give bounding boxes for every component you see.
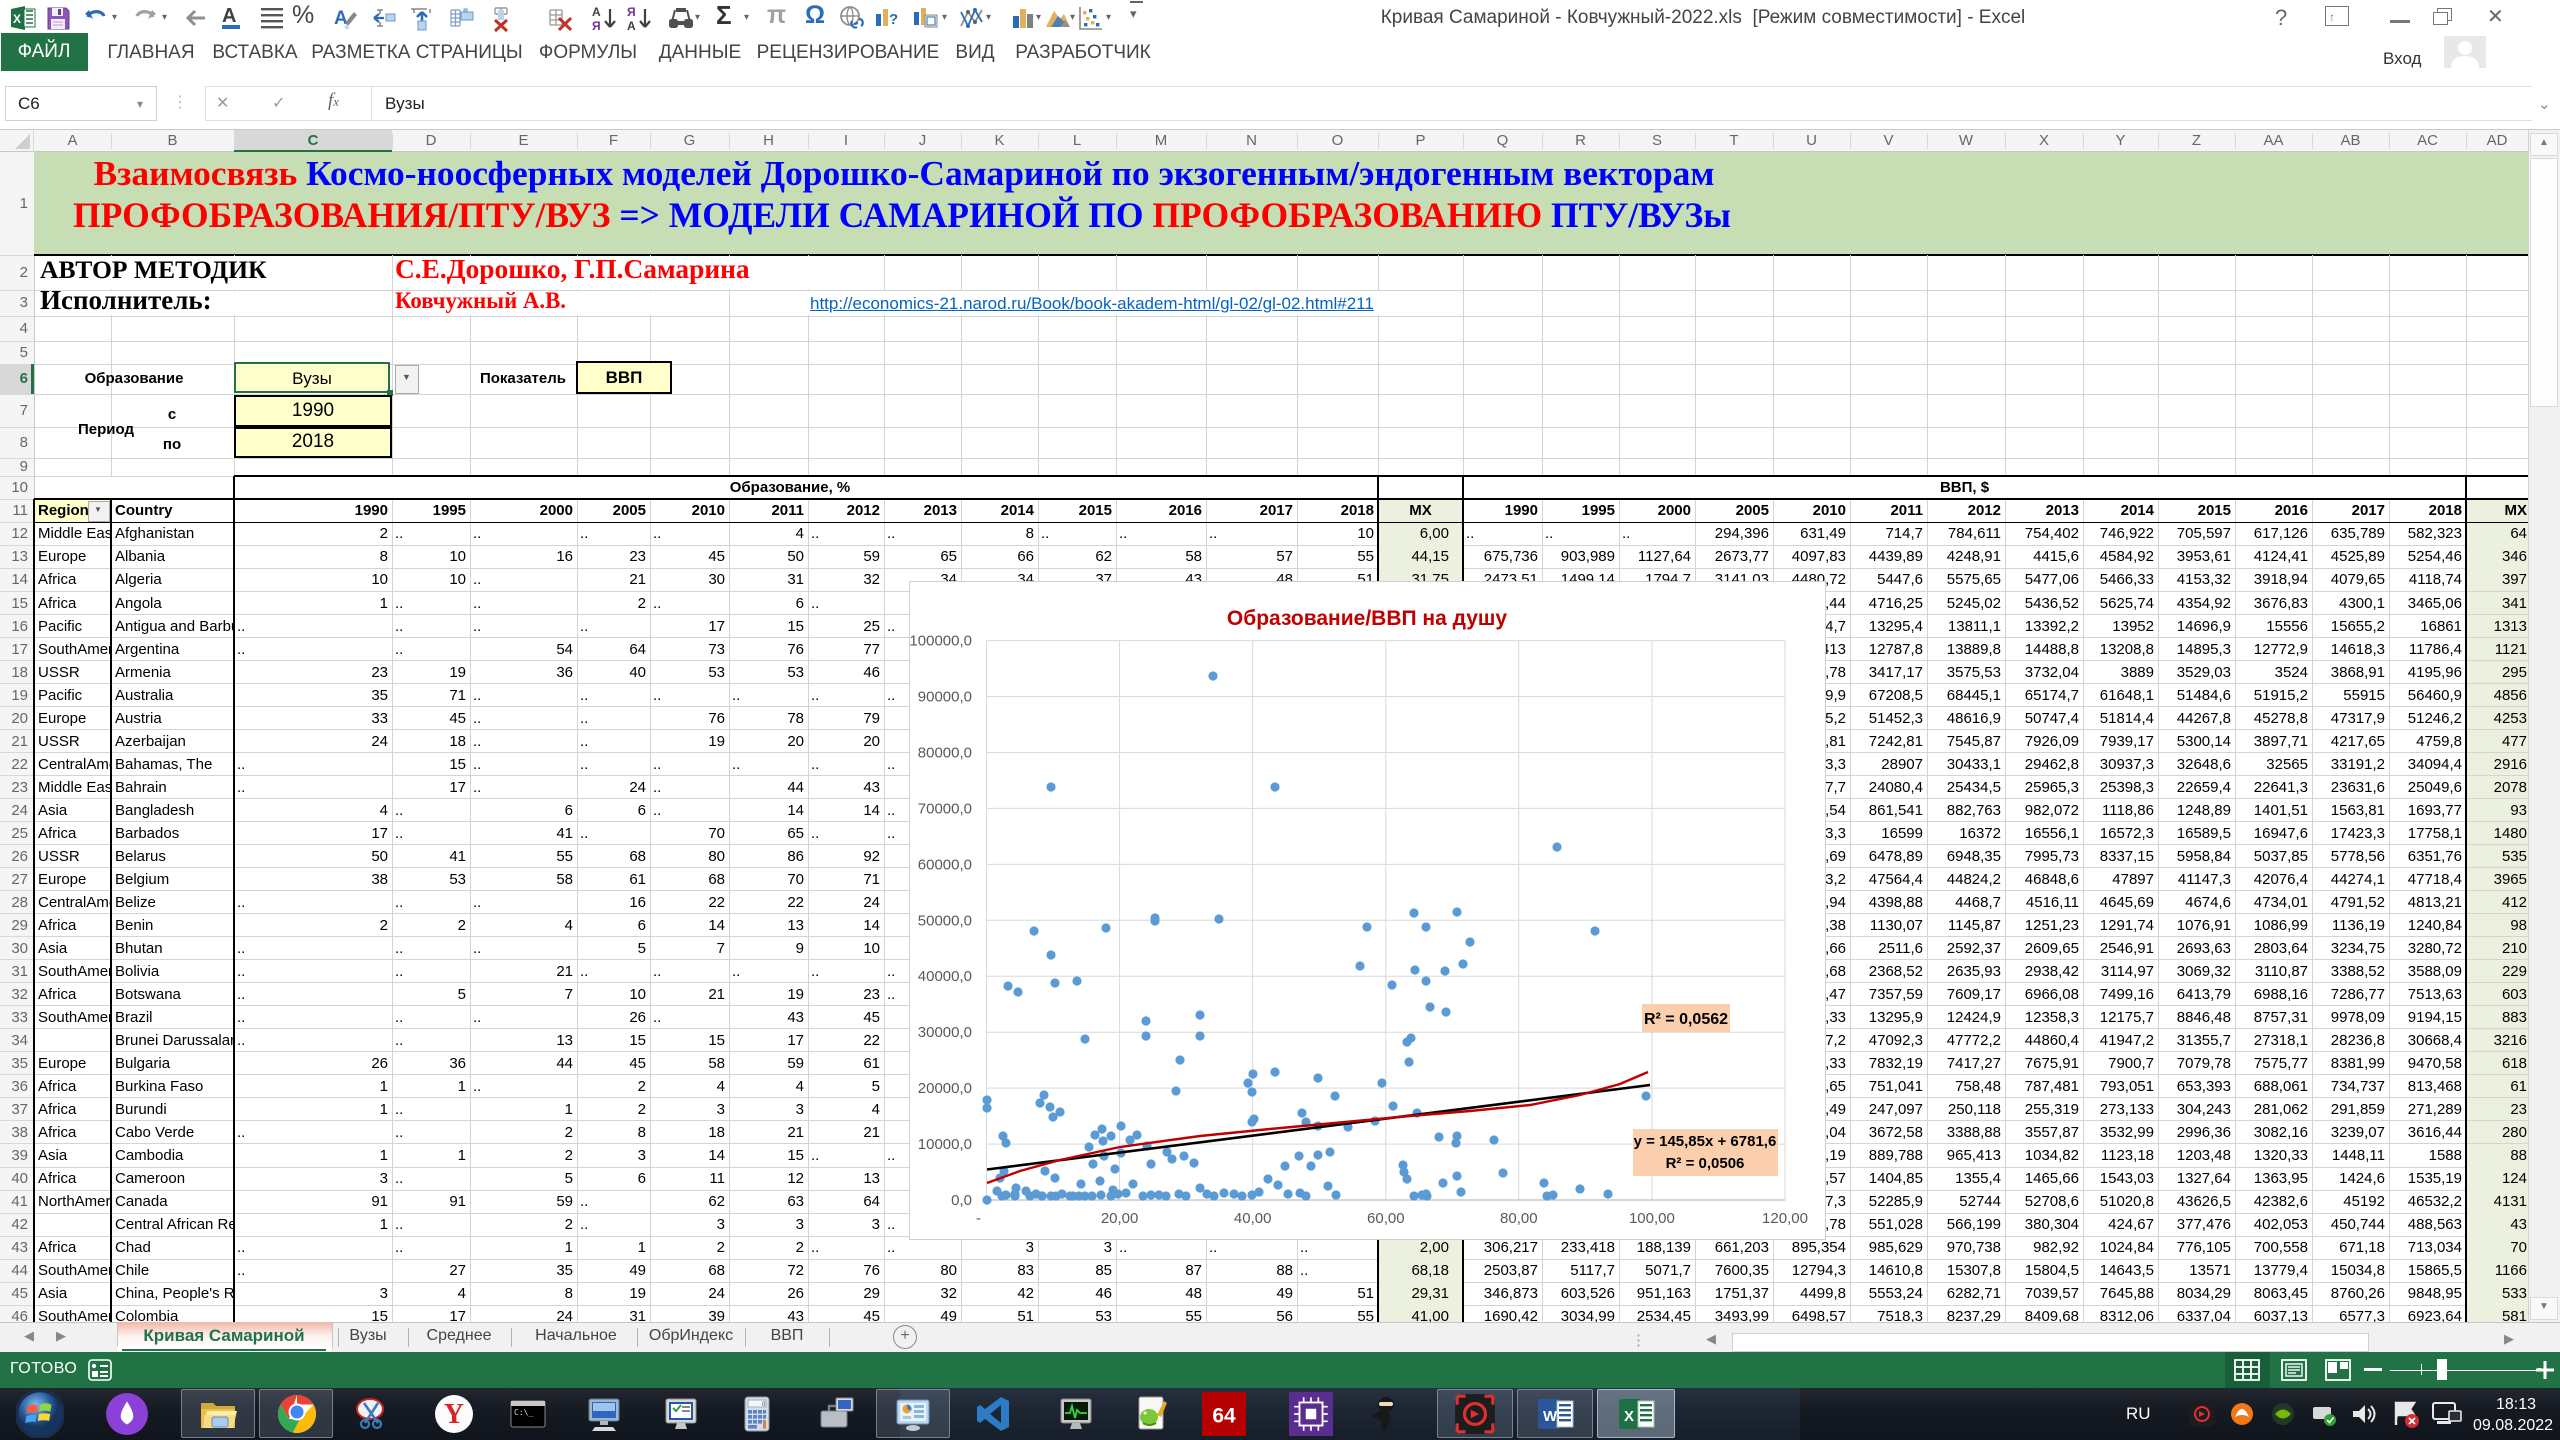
svg-text:Y: Y <box>444 1399 464 1430</box>
svg-text:40,00: 40,00 <box>1234 1210 1272 1227</box>
svg-text:64: 64 <box>1212 1404 1236 1427</box>
svg-text:100,00: 100,00 <box>1629 1210 1675 1227</box>
svg-text:R² = 0,0562: R² = 0,0562 <box>1644 1011 1728 1028</box>
svg-text:60000,0: 60000,0 <box>918 856 972 873</box>
svg-text:20000,0: 20000,0 <box>918 1080 972 1097</box>
svg-text:W: W <box>1543 1408 1558 1425</box>
svg-text:y = 145,85x + 6781,6: y = 145,85x + 6781,6 <box>1634 1133 1777 1150</box>
svg-text:70000,0: 70000,0 <box>918 800 972 817</box>
svg-text:-: - <box>976 1210 981 1227</box>
svg-text:80000,0: 80000,0 <box>918 745 972 762</box>
svg-text:C:\_: C:\_ <box>514 1408 533 1417</box>
svg-text:50000,0: 50000,0 <box>918 912 972 929</box>
svg-text:100000,0: 100000,0 <box>909 633 972 650</box>
svg-text:80,00: 80,00 <box>1500 1210 1538 1227</box>
svg-text:30000,0: 30000,0 <box>918 1024 972 1041</box>
svg-text:X: X <box>13 12 21 26</box>
svg-text:?: ? <box>889 11 898 28</box>
svg-text:A: A <box>222 5 236 27</box>
svg-text:А: А <box>592 5 601 19</box>
svg-text:Я: Я <box>592 19 601 32</box>
svg-text:10000,0: 10000,0 <box>918 1136 972 1153</box>
svg-text:90000,0: 90000,0 <box>918 689 972 706</box>
svg-text:0,0: 0,0 <box>951 1192 972 1209</box>
svg-text:R² = 0,0506: R² = 0,0506 <box>1666 1155 1745 1172</box>
svg-text:60,00: 60,00 <box>1367 1210 1405 1227</box>
svg-text:Я: Я <box>627 5 636 19</box>
svg-text:120,00: 120,00 <box>1762 1210 1808 1227</box>
svg-text:Образование/ВВП на душу: Образование/ВВП на душу <box>1227 607 1507 630</box>
svg-text:20,00: 20,00 <box>1101 1210 1139 1227</box>
svg-text:А: А <box>627 19 636 32</box>
svg-text:40000,0: 40000,0 <box>918 968 972 985</box>
svg-text:X: X <box>1624 1408 1634 1425</box>
